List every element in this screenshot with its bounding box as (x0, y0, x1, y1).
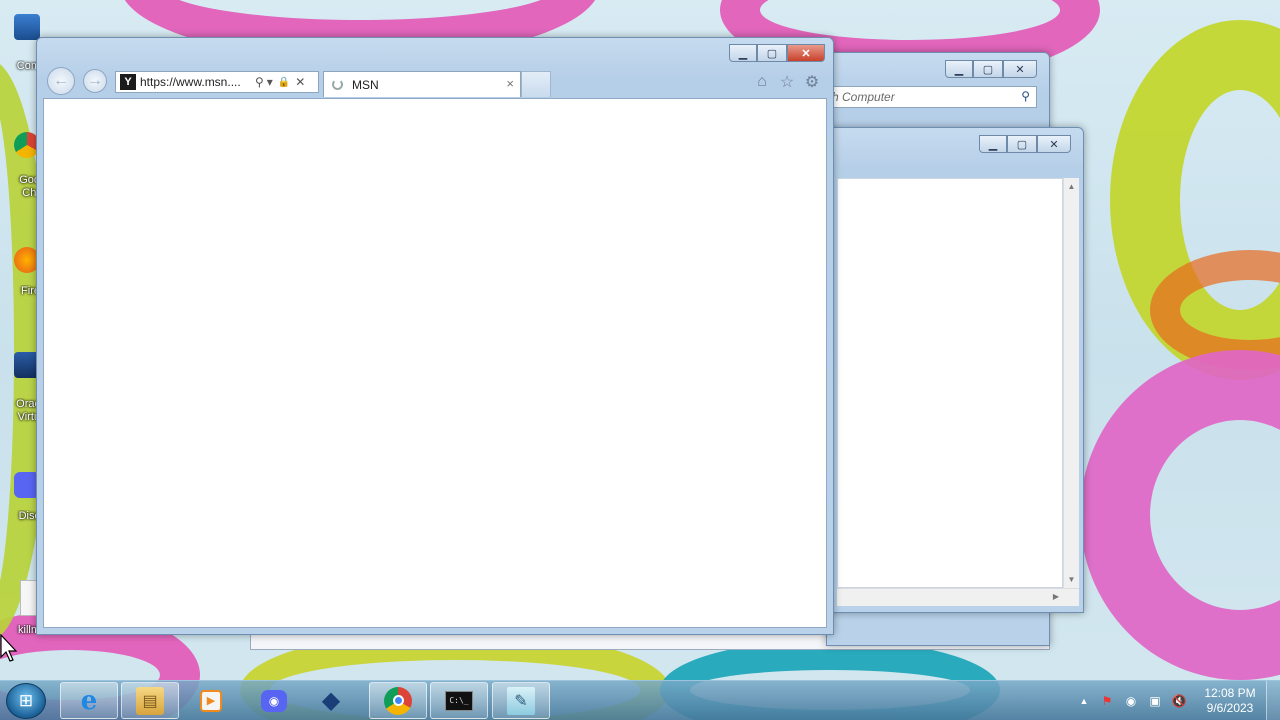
taskbar-file-explorer[interactable]: ▤ (121, 682, 179, 719)
discord-tray-icon[interactable]: ◉ (1123, 693, 1139, 709)
url-text[interactable]: https://www.msn.... (140, 75, 250, 89)
scroll-up-button[interactable]: ▲ (1064, 182, 1079, 191)
tab-title: MSN (352, 77, 379, 92)
desktop-icon-discord[interactable]: Disc (0, 470, 40, 530)
windows-logo-icon: ⊞ (18, 691, 34, 710)
minimize-button[interactable]: ▁ (945, 60, 973, 78)
taskbar-internet-explorer[interactable]: e (60, 682, 118, 719)
taskbar-command-prompt[interactable]: C:\_ (430, 682, 488, 719)
tab-msn[interactable]: MSN × (323, 71, 521, 97)
desktop-icon-label: Goo Chr (19, 174, 40, 199)
clock-time: 12:08 PM (1204, 686, 1256, 700)
network-icon[interactable]: ▣ (1147, 693, 1163, 709)
desktop-icon-label: Orac Virtu (16, 398, 40, 423)
desktop-icon-computer[interactable]: Com (0, 12, 40, 74)
search-computer-input[interactable]: h Computer ⚲ (827, 86, 1037, 108)
scroll-down-button[interactable]: ▼ (1064, 575, 1079, 584)
tab-close-icon[interactable]: × (506, 76, 514, 91)
command-prompt-icon: C:\_ (445, 690, 473, 711)
virtualbox-icon: ◆ (321, 687, 341, 714)
minimize-button[interactable]: ▁ (979, 135, 1007, 153)
caption-buttons: ▁ ▢ ✕ (979, 135, 1071, 153)
close-button[interactable]: ✕ (787, 44, 825, 62)
notepad-icon: ✎ (507, 686, 535, 715)
lock-icon[interactable]: 🔒 (278, 77, 290, 88)
desktop-icon-firefox[interactable]: Fire (0, 245, 40, 305)
vertical-scrollbar[interactable]: ▲ ▼ (1063, 178, 1079, 588)
system-clock[interactable]: 12:08 PM 9/6/2023 (1198, 686, 1262, 716)
dropdown-icon[interactable]: ▾ (267, 75, 273, 89)
msn-site-icon: Y (120, 74, 136, 90)
action-center-flag-icon[interactable]: ⚑ (1099, 693, 1115, 709)
desktop-icon-virtualbox[interactable]: Orac Virtu (0, 350, 40, 430)
close-button[interactable]: ✕ (1037, 135, 1071, 153)
scroll-right-button[interactable]: ▶ (1053, 592, 1059, 601)
forward-button[interactable]: → (83, 69, 107, 93)
wallpaper-ring-pink-right (1080, 350, 1280, 680)
internet-explorer-window[interactable]: ▁ ▢ ✕ ← → Y https://www.msn.... ⚲ ▾ 🔒 ✕ … (36, 37, 834, 635)
chrome-center (392, 695, 404, 706)
horizontal-scrollbar[interactable]: ▶ (837, 588, 1079, 606)
close-button[interactable]: ✕ (1003, 60, 1037, 78)
discord-icon: ◉ (261, 689, 287, 712)
caption-buttons: ▁ ▢ ✕ (945, 60, 1037, 78)
taskbar-chrome[interactable] (369, 682, 427, 719)
tools-gear-icon[interactable]: ⚙ (802, 72, 822, 92)
search-icon[interactable]: ⚲ (255, 75, 264, 89)
loading-spinner-icon (332, 79, 343, 90)
search-icon[interactable]: ⚲ (1021, 89, 1030, 103)
new-tab-button[interactable] (521, 71, 551, 97)
back-arrow-icon: ← (53, 72, 69, 89)
chrome-icon (384, 686, 412, 715)
explorer-window-front[interactable]: ▁ ▢ ✕ ▲ ▼ ▶ (826, 127, 1084, 613)
start-button[interactable]: ⊞ (6, 683, 46, 719)
volume-muted-icon[interactable]: 🔇 (1171, 693, 1187, 709)
taskbar-notepad[interactable]: ✎ (492, 682, 550, 719)
internet-explorer-icon: e (80, 685, 98, 716)
address-bar[interactable]: Y https://www.msn.... ⚲ ▾ 🔒 ✕ (115, 71, 319, 93)
desktop-icon-label: Com (16, 60, 40, 72)
caption-buttons: ▁ ▢ ✕ (729, 44, 825, 62)
taskbar: ⊞ e ▤ ▶ ◉ ◆ C:\_ ✎ ▲ ⚑ ◉ ▣ 🔇 12:08 PM 9/… (0, 680, 1280, 720)
forward-arrow-icon: → (87, 72, 103, 89)
taskbar-discord[interactable]: ◉ (245, 682, 303, 719)
back-button[interactable]: ← (47, 67, 75, 95)
page-content-area[interactable] (43, 98, 827, 628)
explorer-content-pane[interactable] (837, 178, 1063, 588)
clock-date: 9/6/2023 (1206, 701, 1254, 715)
media-player-icon: ▶ (200, 689, 222, 712)
stop-icon[interactable]: ✕ (295, 75, 305, 89)
show-desktop-button[interactable] (1266, 681, 1280, 720)
desktop-icon-file[interactable]: killm (0, 580, 40, 640)
desktop-icon-label: Disc (18, 510, 40, 522)
taskbar-virtualbox[interactable]: ◆ (302, 682, 360, 719)
tray-overflow-icon[interactable]: ▲ (1076, 693, 1092, 709)
maximize-button[interactable]: ▢ (757, 44, 787, 62)
maximize-button[interactable]: ▢ (1007, 135, 1037, 153)
desktop-icon-label: Fire (21, 285, 40, 297)
computer-icon (14, 14, 40, 40)
search-placeholder: h Computer (832, 90, 895, 104)
favorites-icon[interactable]: ☆ (777, 72, 797, 92)
minimize-button[interactable]: ▁ (729, 44, 757, 62)
taskbar-media-player[interactable]: ▶ (182, 682, 240, 719)
home-icon[interactable]: ⌂ (752, 72, 772, 92)
mouse-cursor-icon (0, 634, 18, 662)
folder-icon: ▤ (136, 686, 164, 715)
desktop-icon-chrome[interactable]: Goo Chr (0, 130, 40, 202)
maximize-button[interactable]: ▢ (973, 60, 1003, 78)
